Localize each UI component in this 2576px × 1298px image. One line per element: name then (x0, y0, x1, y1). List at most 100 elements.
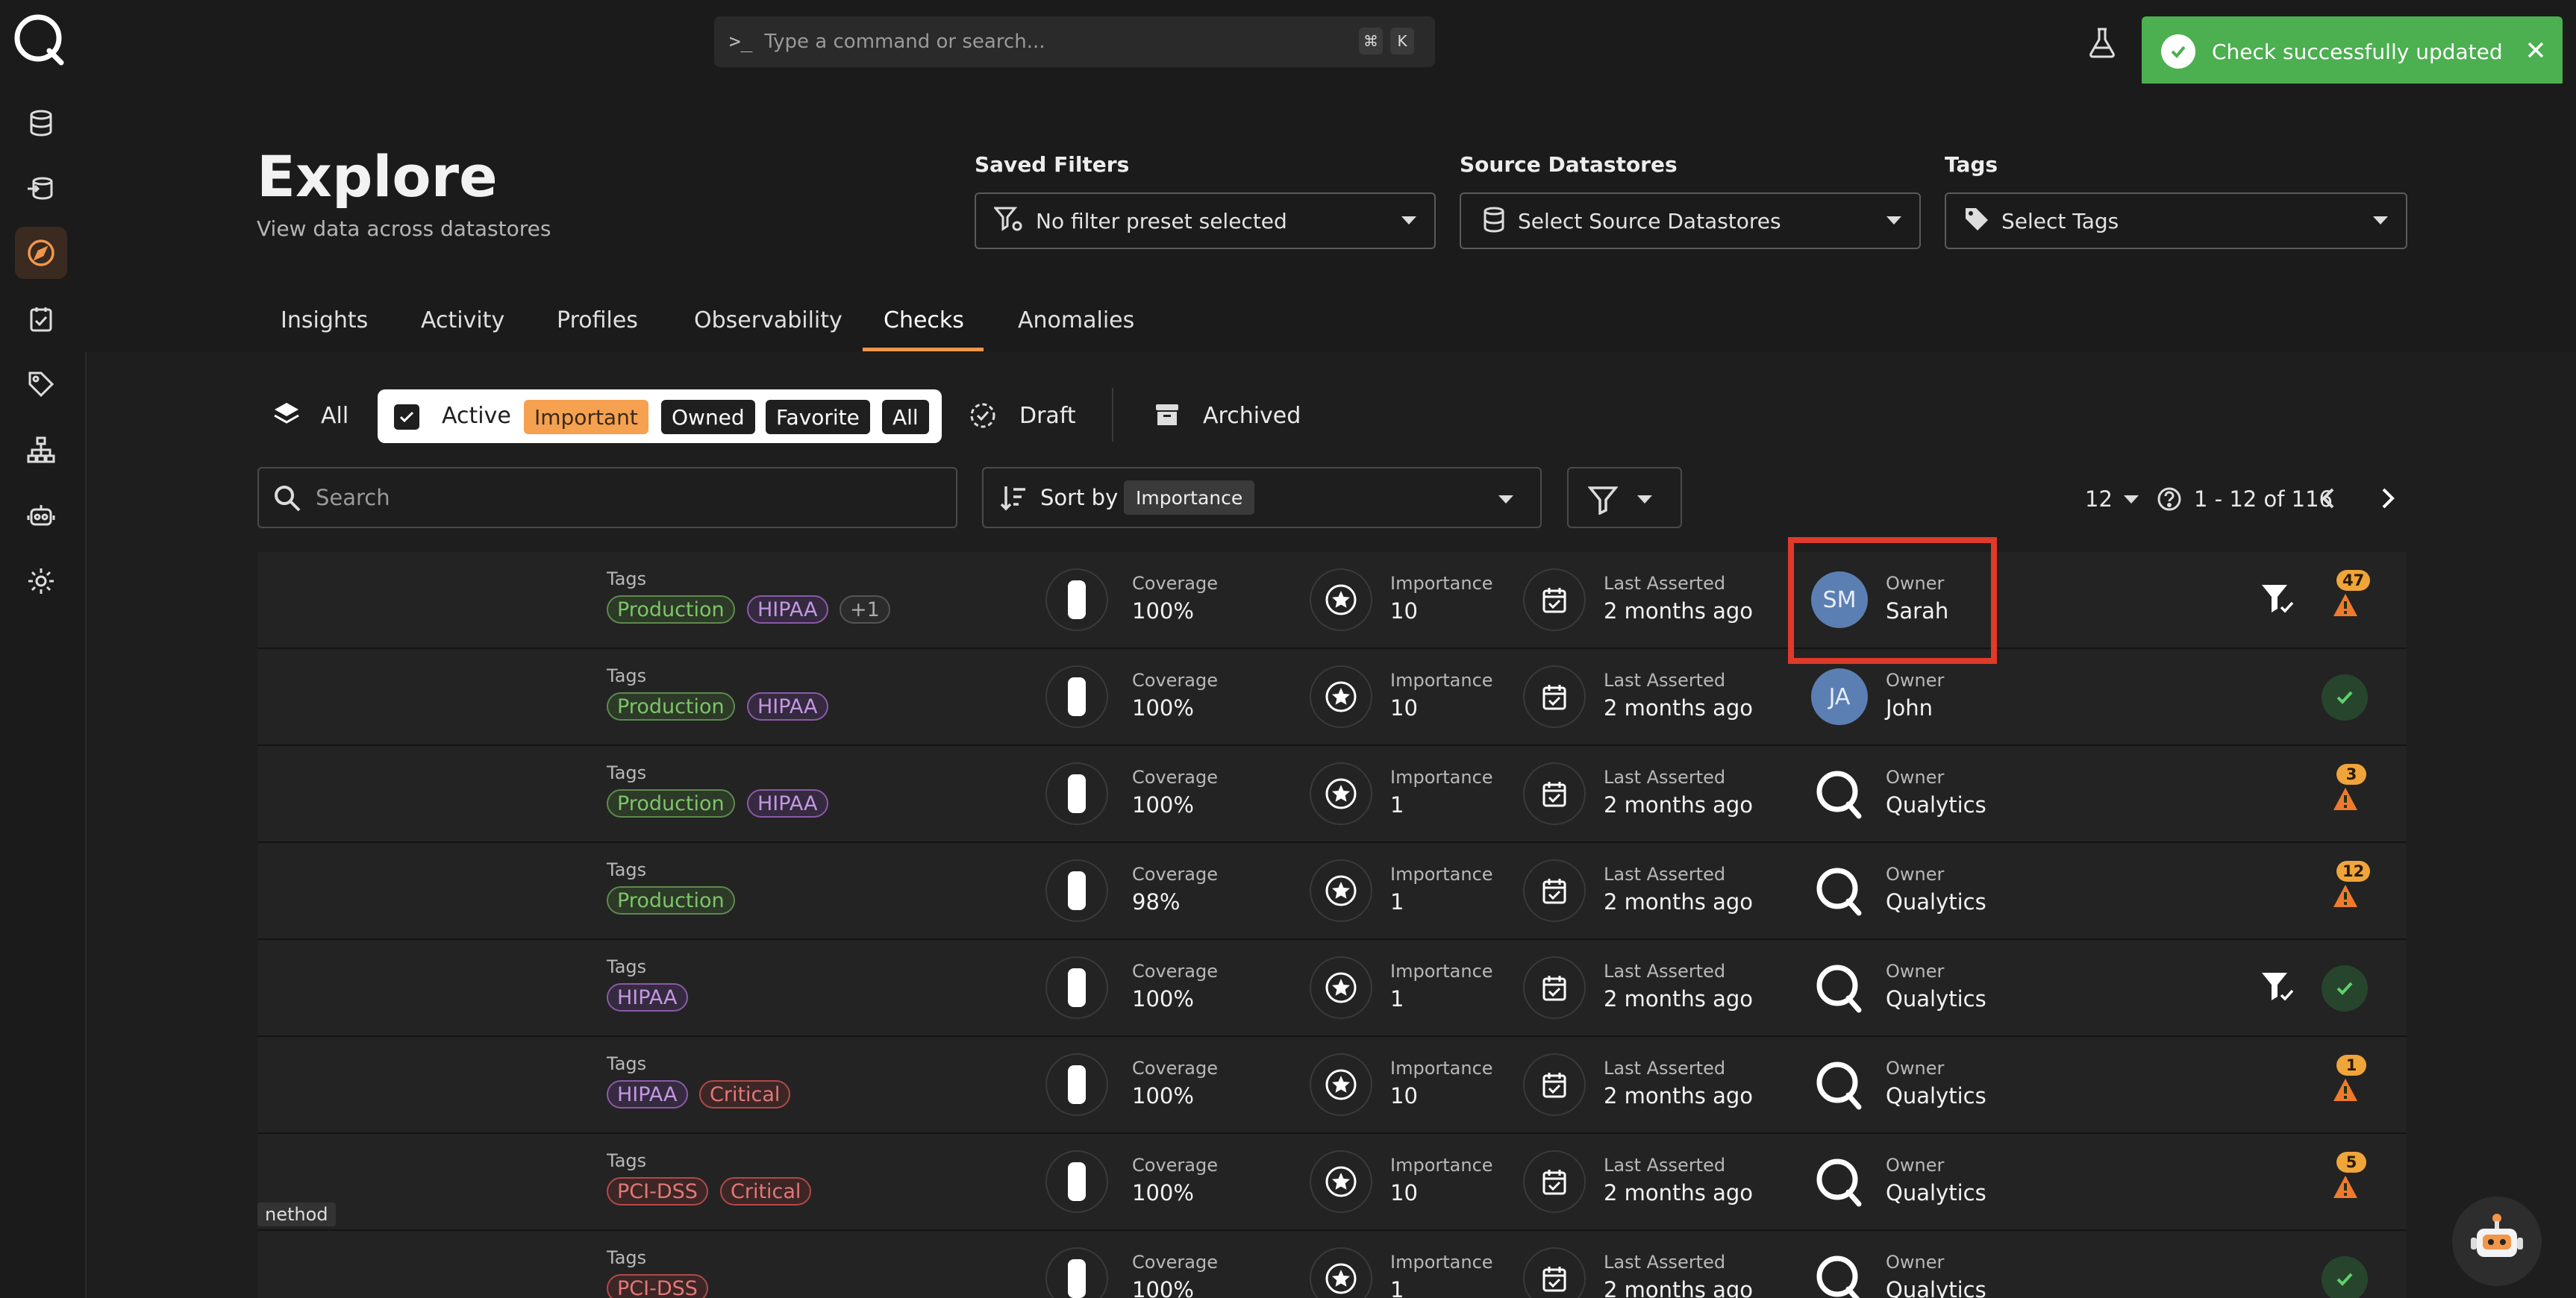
owner-label: Owner (1886, 1058, 1945, 1079)
table-row[interactable]: Tags HIPAA Coverage 100% Importance 1 Last Ass… (257, 940, 2407, 1037)
table-row[interactable]: erTagsPCI-DSSCoverage100%Importance1Last… (257, 1231, 2407, 1298)
calendar-check-icon (1523, 1150, 1586, 1213)
next-page-icon[interactable] (2378, 485, 2398, 515)
table-row[interactable]: Tags Production HIPAA Coverage 100% Importanc… (257, 746, 2407, 843)
table-row[interactable]: Tags Production HIPAA Coverage 100% Importanc… (257, 649, 2407, 746)
anomaly-warning-icon[interactable] (2332, 592, 2359, 621)
source-datastores-select[interactable]: Select Source Datastores (1460, 192, 1921, 249)
flows-icon[interactable] (15, 163, 67, 215)
tag-chip[interactable]: PCI-DSS (607, 1274, 708, 1298)
filter-check-icon (2260, 970, 2296, 1009)
owner-label: Owner (1886, 961, 1945, 982)
archive-icon (1154, 401, 1181, 431)
qualytics-logo-icon (1811, 1250, 1868, 1298)
agent-icon[interactable] (15, 489, 67, 542)
coverage-gauge (1045, 1053, 1108, 1116)
tags-label: Tags (607, 1053, 647, 1074)
pagination-range: 1 - 12 of 116 (2194, 486, 2333, 512)
star-icon[interactable] (1310, 665, 1372, 728)
settings-icon[interactable] (15, 555, 67, 607)
anomaly-warning-icon[interactable] (2332, 786, 2359, 815)
tag-chip[interactable]: HIPAA (747, 692, 828, 721)
app-logo[interactable] (12, 12, 67, 67)
tags-nav-icon[interactable] (15, 358, 67, 410)
sort-icon (998, 483, 1028, 516)
anomaly-count-badge: 12 (2336, 861, 2371, 882)
last-asserted-value: 2 months ago (1604, 1083, 1754, 1109)
per-page-value[interactable]: 12 (2085, 486, 2113, 512)
tag-chip[interactable]: PCI-DSS (607, 1177, 708, 1205)
assistant-bot-button[interactable] (2452, 1197, 2542, 1286)
tag-chip[interactable]: Production (607, 692, 735, 721)
filter-button[interactable] (1567, 467, 1682, 528)
table-row[interactable]: nethod Tags PCI-DSS Critical Coverage 100% Imp… (257, 1134, 2407, 1231)
all-pill[interactable]: All (882, 400, 929, 434)
toast-close-icon[interactable] (2525, 40, 2546, 63)
draft-button[interactable]: Draft (1019, 403, 1076, 429)
tag-chip[interactable]: Critical (699, 1080, 791, 1109)
saved-filters-select[interactable]: No filter preset selected (975, 192, 1436, 249)
tag-chip[interactable]: HIPAA (747, 595, 828, 624)
table-row[interactable]: Tags Production HIPAA +1 Coverage 100% Importa… (257, 552, 2407, 649)
checks-nav-icon[interactable] (15, 292, 67, 345)
sidebar (0, 0, 87, 1298)
saved-filters-value: No filter preset selected (1036, 208, 1287, 233)
source-datastores-label: Source Datastores (1460, 152, 1678, 177)
explore-icon[interactable] (15, 227, 67, 279)
tags-select[interactable]: Select Tags (1945, 192, 2407, 249)
anomaly-warning-icon[interactable] (2332, 1077, 2359, 1106)
search-input[interactable]: Search (257, 467, 957, 528)
owned-pill[interactable]: Owned (661, 400, 755, 434)
calendar-check-icon (1523, 956, 1586, 1019)
owner-highlight-box (1788, 537, 1997, 664)
tag-chip[interactable]: HIPAA (747, 789, 828, 818)
star-icon[interactable] (1310, 1150, 1372, 1213)
star-icon[interactable] (1310, 1053, 1372, 1116)
page-subtitle: View data across datastores (257, 216, 551, 241)
status-all-button[interactable]: All (321, 403, 348, 429)
sort-select[interactable]: Sort by Importance (982, 467, 1542, 528)
owner-name: Qualytics (1886, 1180, 1986, 1205)
active-label[interactable]: Active (442, 403, 511, 429)
hierarchy-icon[interactable] (15, 424, 67, 476)
tag-chip[interactable]: +1 (840, 595, 890, 624)
prev-page-icon[interactable] (2318, 485, 2339, 515)
star-icon[interactable] (1310, 762, 1372, 825)
shortcut-mod-key: ⌘ (1359, 28, 1383, 54)
check-name-fragment: nethod (257, 1203, 336, 1226)
coverage-gauge (1045, 762, 1108, 825)
star-icon[interactable] (1310, 956, 1372, 1019)
tab-activity[interactable]: Activity (421, 307, 504, 333)
tag-chip[interactable]: Production (607, 789, 735, 818)
help-icon[interactable] (2157, 486, 2182, 515)
star-icon[interactable] (1310, 859, 1372, 922)
per-page-chevron-icon[interactable] (2124, 495, 2139, 504)
tag-chip[interactable]: Critical (720, 1177, 812, 1205)
anomaly-warning-icon[interactable] (2332, 883, 2359, 912)
active-checkbox-icon[interactable] (394, 404, 419, 430)
tab-observability[interactable]: Observability (694, 307, 842, 333)
favorite-pill[interactable]: Favorite (766, 400, 870, 434)
anomaly-warning-icon[interactable] (2332, 1174, 2359, 1203)
important-pill[interactable]: Important (524, 400, 648, 434)
tag-chip[interactable]: HIPAA (607, 1080, 688, 1109)
table-row[interactable]: Tags HIPAA Critical Coverage 100% Importance 1… (257, 1037, 2407, 1134)
success-check-icon (2161, 34, 2195, 69)
table-row[interactable]: Tags Production Coverage 98% Importance 1 Last… (257, 843, 2407, 940)
tab-checks[interactable]: Checks (884, 307, 964, 333)
coverage-gauge (1045, 568, 1108, 631)
lab-flask-icon[interactable] (2085, 25, 2119, 63)
archived-button[interactable]: Archived (1203, 403, 1301, 429)
chevron-down-icon (2373, 216, 2388, 225)
tag-chip[interactable]: HIPAA (607, 983, 688, 1012)
tab-insights[interactable]: Insights (281, 307, 368, 333)
datastores-icon[interactable] (15, 97, 67, 149)
tab-anomalies[interactable]: Anomalies (1018, 307, 1134, 333)
star-icon[interactable] (1310, 568, 1372, 631)
owner-label: Owner (1886, 1252, 1945, 1273)
tab-profiles[interactable]: Profiles (557, 307, 638, 333)
tag-chip[interactable]: Production (607, 886, 735, 915)
command-search-bar[interactable]: >_ Type a command or search... ⌘ K (714, 16, 1435, 67)
star-icon[interactable] (1310, 1247, 1372, 1298)
tag-chip[interactable]: Production (607, 595, 735, 624)
